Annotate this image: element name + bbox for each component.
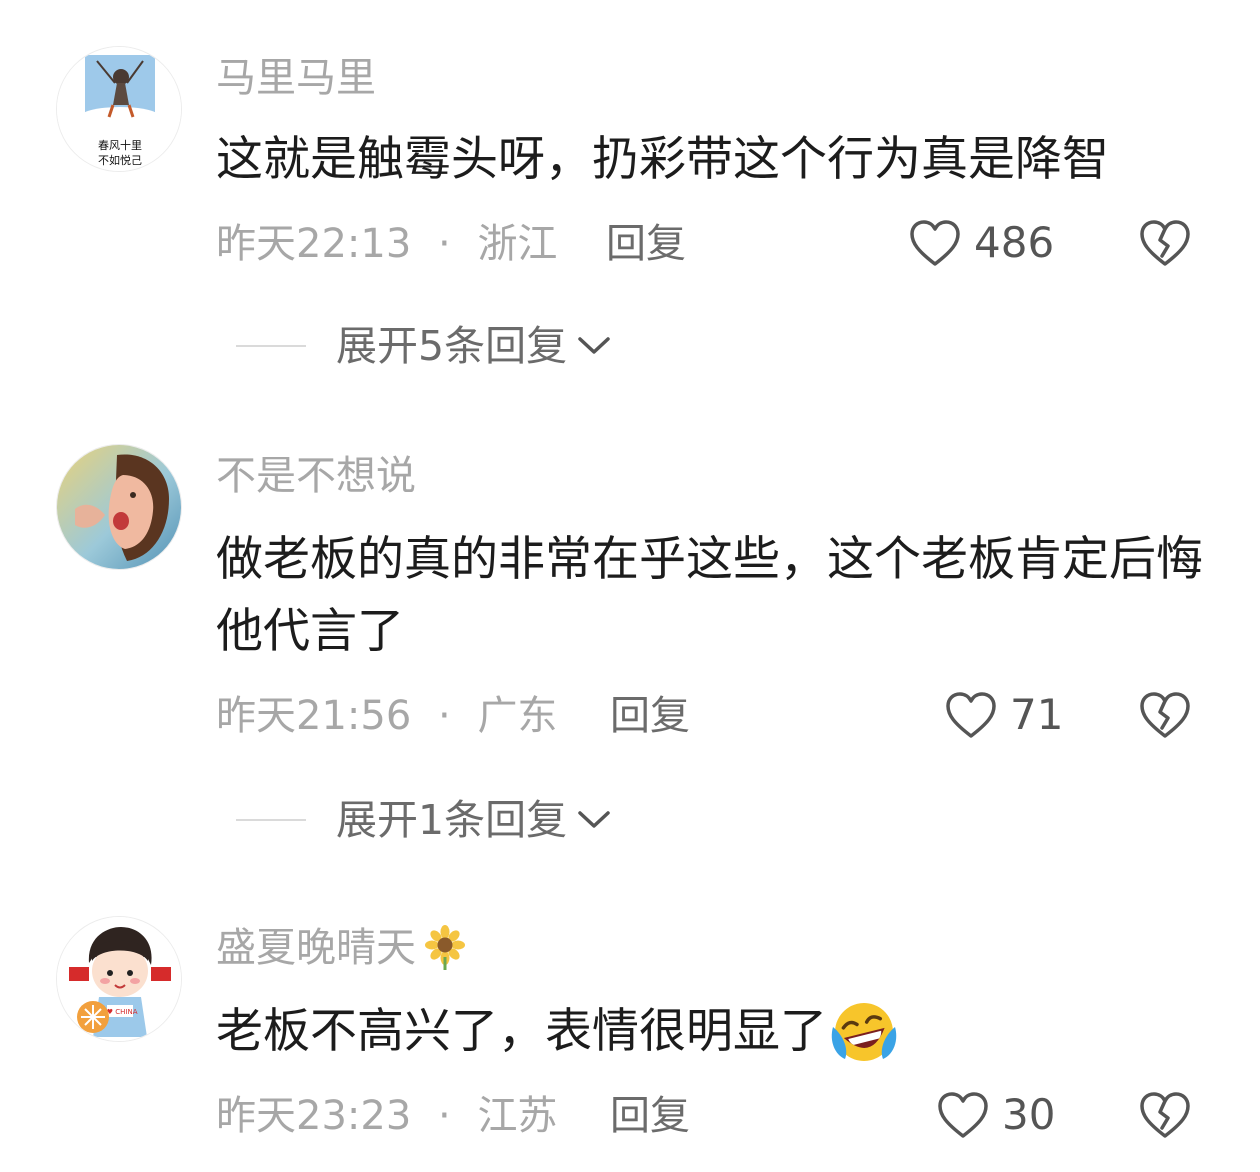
expand-divider xyxy=(236,345,306,347)
comment-meta: 昨天23:23 · 江苏 xyxy=(216,1092,557,1140)
expand-replies[interactable]: 展开1条回复 xyxy=(236,796,613,844)
comment-text-body: 老板不高兴了，表情很明显了 xyxy=(216,1004,827,1059)
like-count: 30 xyxy=(1002,1090,1056,1139)
meta-separator: · xyxy=(438,693,451,739)
avatar[interactable]: 春风十里 不如悦己 xyxy=(56,46,182,172)
username-text: 盛夏晚晴天 xyxy=(216,925,416,971)
sunflower-emoji-icon xyxy=(425,925,465,970)
reply-button[interactable]: 回复 xyxy=(610,692,690,740)
expand-replies-label: 展开5条回复 xyxy=(336,322,568,370)
dislike-button[interactable] xyxy=(1138,1090,1192,1140)
expand-divider xyxy=(236,819,306,821)
comment-item: 春风十里 不如悦己 马里马里 这就是触霉头呀，扔彩带这个行为真是降智 昨天22:… xyxy=(0,0,1260,400)
reply-button[interactable]: 回复 xyxy=(610,1092,690,1140)
avatar-image: 春风十里 不如悦己 xyxy=(57,47,181,171)
comment-time: 昨天22:13 xyxy=(216,221,412,267)
dislike-button[interactable] xyxy=(1138,690,1192,740)
like-count: 71 xyxy=(1010,690,1064,739)
dislike-button[interactable] xyxy=(1138,218,1192,268)
comment-meta: 昨天22:13 · 浙江 xyxy=(216,220,557,268)
comment-text: 老板不高兴了，表情很明显了 xyxy=(216,996,1216,1068)
avatar-caption-2: 不如悦己 xyxy=(98,153,142,167)
expand-replies-label: 展开1条回复 xyxy=(336,796,568,844)
meta-separator: · xyxy=(438,221,451,267)
broken-heart-icon xyxy=(1140,692,1190,738)
like-count: 486 xyxy=(974,218,1055,267)
like-button[interactable]: 71 xyxy=(944,690,1063,740)
expand-replies-button[interactable]: 展开1条回复 xyxy=(336,796,613,844)
avatar-caption-1: 春风十里 xyxy=(98,138,142,152)
chevron-down-icon xyxy=(578,811,610,828)
broken-heart-icon xyxy=(1140,1092,1190,1138)
avatar-image xyxy=(57,445,181,569)
heart-outline-icon xyxy=(946,692,996,738)
heart-outline-icon xyxy=(910,220,960,266)
comment-time: 昨天23:23 xyxy=(216,1093,412,1139)
laughing-crying-emoji-icon xyxy=(831,1003,897,1061)
comment-location: 江苏 xyxy=(477,1093,558,1139)
expand-replies-button[interactable]: 展开5条回复 xyxy=(336,322,613,370)
username[interactable]: 盛夏晚晴天 xyxy=(216,924,468,972)
comment-meta: 昨天21:56 · 广东 xyxy=(216,692,557,740)
avatar-image: I ♥ CHINA xyxy=(57,917,181,1041)
like-button[interactable]: 486 xyxy=(908,218,1054,268)
expand-replies[interactable]: 展开5条回复 xyxy=(236,322,613,370)
avatar[interactable] xyxy=(56,444,182,570)
comment-time: 昨天21:56 xyxy=(216,693,412,739)
comment-item: I ♥ CHINA 盛夏晚晴天 老板不高兴了，表情很明显了 昨天23:23 · … xyxy=(0,870,1260,1172)
like-button[interactable]: 30 xyxy=(936,1090,1055,1140)
comment-location: 浙江 xyxy=(477,221,558,267)
chevron-down-icon xyxy=(578,337,610,354)
comment-text: 做老板的真的非常在乎这些，这个老板肯定后悔他代言了 xyxy=(216,532,1203,659)
username[interactable]: 马里马里 xyxy=(216,54,376,102)
meta-separator: · xyxy=(438,1093,451,1139)
comment-item: 不是不想说 做老板的真的非常在乎这些，这个老板肯定后悔他代言了 昨天21:56 … xyxy=(0,400,1260,870)
comment-location: 广东 xyxy=(477,693,558,739)
avatar[interactable]: I ♥ CHINA xyxy=(56,916,182,1042)
comment-text: 这就是触霉头呀，扔彩带这个行为真是降智 xyxy=(216,132,1109,187)
username[interactable]: 不是不想说 xyxy=(216,452,416,500)
reply-button[interactable]: 回复 xyxy=(606,220,686,268)
broken-heart-icon xyxy=(1140,220,1190,266)
heart-outline-icon xyxy=(938,1092,988,1138)
